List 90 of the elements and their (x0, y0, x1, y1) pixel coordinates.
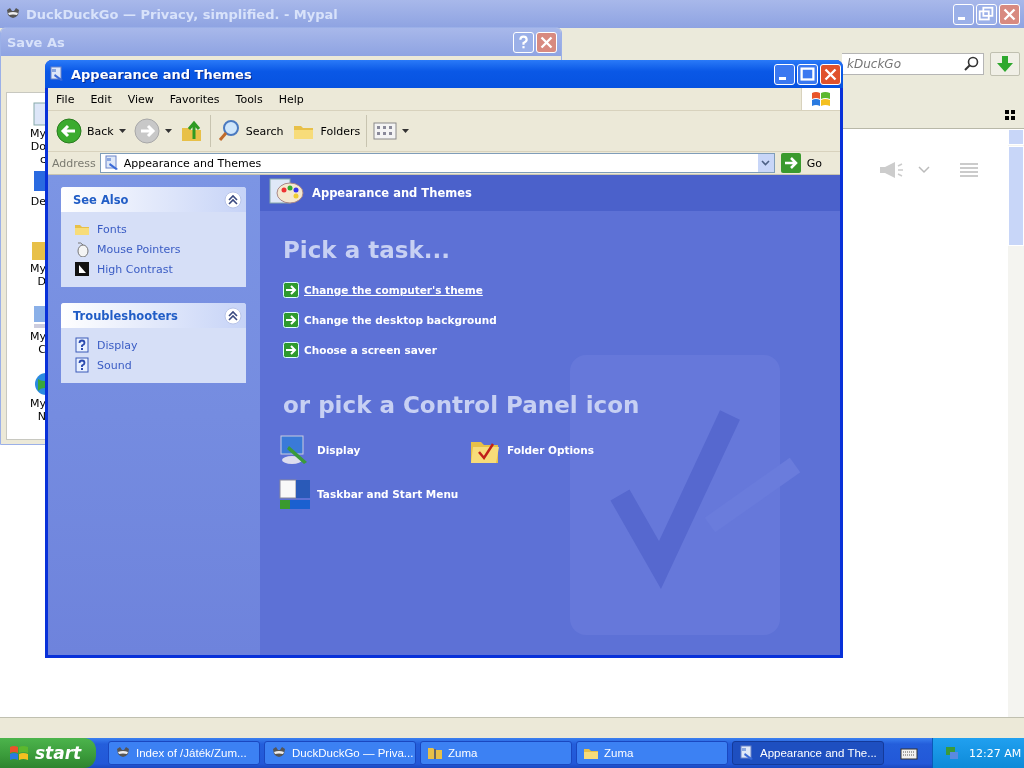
minimize-icon (957, 17, 965, 20)
window-title: Save As (7, 34, 66, 50)
section-header: Appearance and Themes (312, 186, 472, 200)
arrow-icon (283, 342, 299, 358)
help-icon (74, 337, 90, 353)
taskbar-button[interactable]: Index of /Játék/Zum... (108, 741, 260, 765)
network-icon (943, 745, 959, 761)
minimize-icon (778, 77, 786, 80)
scrollbar[interactable] (1008, 129, 1024, 717)
chevron-down-icon (761, 160, 771, 166)
menu-item[interactable]: Edit (82, 92, 120, 106)
control-panel-link[interactable]: Taskbar and Start Menu (317, 488, 459, 500)
taskbar-button[interactable]: DuckDuckGo — Priva... (264, 741, 416, 765)
minimize-button[interactable] (774, 63, 795, 85)
collapse-icon (224, 190, 242, 209)
panel-link[interactable]: Fonts (97, 222, 127, 236)
maximize-button[interactable] (797, 63, 818, 85)
close-button[interactable] (536, 31, 557, 53)
search-input[interactable]: kDuckGo (845, 56, 963, 72)
contrast-icon (74, 261, 90, 277)
control-panel-icon (49, 66, 65, 82)
close-button[interactable] (820, 63, 841, 85)
download-icon (996, 55, 1014, 73)
download-button[interactable] (990, 52, 1020, 76)
views-icon (373, 121, 398, 141)
taskbar-button[interactable]: Zuma (576, 741, 728, 765)
menu-item[interactable]: File (48, 92, 83, 106)
search-field[interactable]: kDuckGo (842, 53, 984, 75)
dropdown-button[interactable] (757, 154, 774, 172)
menu-icon (960, 163, 978, 177)
mouse-icon (74, 241, 90, 257)
grid-icon (1005, 110, 1015, 120)
panel-link[interactable]: High Contrast (97, 262, 173, 276)
search-icon (963, 56, 979, 72)
maximize-icon (798, 64, 817, 84)
arrow-icon (283, 312, 299, 328)
control-panel-icon (739, 745, 755, 761)
taskbar-icon (279, 478, 311, 510)
computer-icon (32, 303, 46, 330)
back-icon (56, 118, 82, 144)
place-label[interactable]: De (24, 194, 46, 208)
minimize-button[interactable] (953, 3, 974, 25)
window-title: Appearance and Themes (71, 66, 253, 82)
address-field[interactable]: Appearance and Themes (99, 153, 775, 173)
panel-title: See Also (73, 192, 129, 207)
menu-item[interactable]: Tools (227, 92, 271, 106)
panel-title: Troubleshooters (73, 308, 178, 323)
control-panel-link[interactable]: Display (317, 444, 361, 456)
arrow-icon (283, 282, 299, 298)
task-link[interactable]: Change the desktop background (304, 314, 497, 326)
forward-icon (133, 118, 160, 144)
keyboard-icon (900, 746, 918, 760)
go-button[interactable]: Go (778, 153, 836, 173)
control-panel-link[interactable]: Folder Options (507, 444, 595, 456)
place-label[interactable]: My C (24, 329, 46, 356)
collapse-icon (224, 306, 242, 325)
restore-button[interactable] (976, 3, 997, 25)
up-folder-icon (179, 119, 204, 143)
control-panel-icon (103, 155, 120, 171)
panel-link[interactable]: Sound (97, 358, 132, 372)
search-button[interactable]: Search (212, 115, 288, 147)
task-link[interactable]: Choose a screen saver (304, 344, 437, 356)
close-button[interactable] (999, 3, 1020, 25)
menu-item[interactable]: View (119, 92, 162, 106)
flag-icon (8, 743, 30, 763)
place-label[interactable]: My N (24, 397, 46, 424)
megaphone-icon (878, 161, 906, 179)
address-label: Address (52, 156, 96, 170)
section-heading: Pick a task... (283, 236, 451, 265)
zip-folder-icon (427, 745, 443, 761)
place-label[interactable]: My Doc (28, 127, 46, 166)
taskbar-button[interactable]: Zuma (420, 741, 572, 765)
clock: 12:27 AM (969, 746, 1022, 760)
go-icon (780, 153, 801, 173)
panel-link[interactable]: Display (97, 338, 138, 352)
menu-item[interactable]: Help (270, 92, 312, 106)
back-button[interactable]: Back (52, 115, 130, 147)
search-icon (216, 119, 241, 143)
menu-item[interactable]: Favorites (161, 92, 228, 106)
folders-button[interactable]: Folders (287, 115, 365, 147)
window-title: DuckDuckGo — Privacy, simplified. - Mypal (26, 6, 339, 22)
help-icon (74, 357, 90, 373)
flag-icon (810, 89, 832, 109)
taskbar-button[interactable]: Appearance and The... (732, 741, 884, 765)
section-heading: or pick a Control Panel icon (283, 391, 641, 420)
chevron-down-icon (918, 166, 930, 174)
place-label[interactable]: My D (24, 262, 46, 289)
task-link[interactable]: Change the computer's theme (304, 284, 483, 296)
help-button[interactable] (513, 31, 534, 53)
panel-link[interactable]: Mouse Pointers (97, 242, 181, 256)
